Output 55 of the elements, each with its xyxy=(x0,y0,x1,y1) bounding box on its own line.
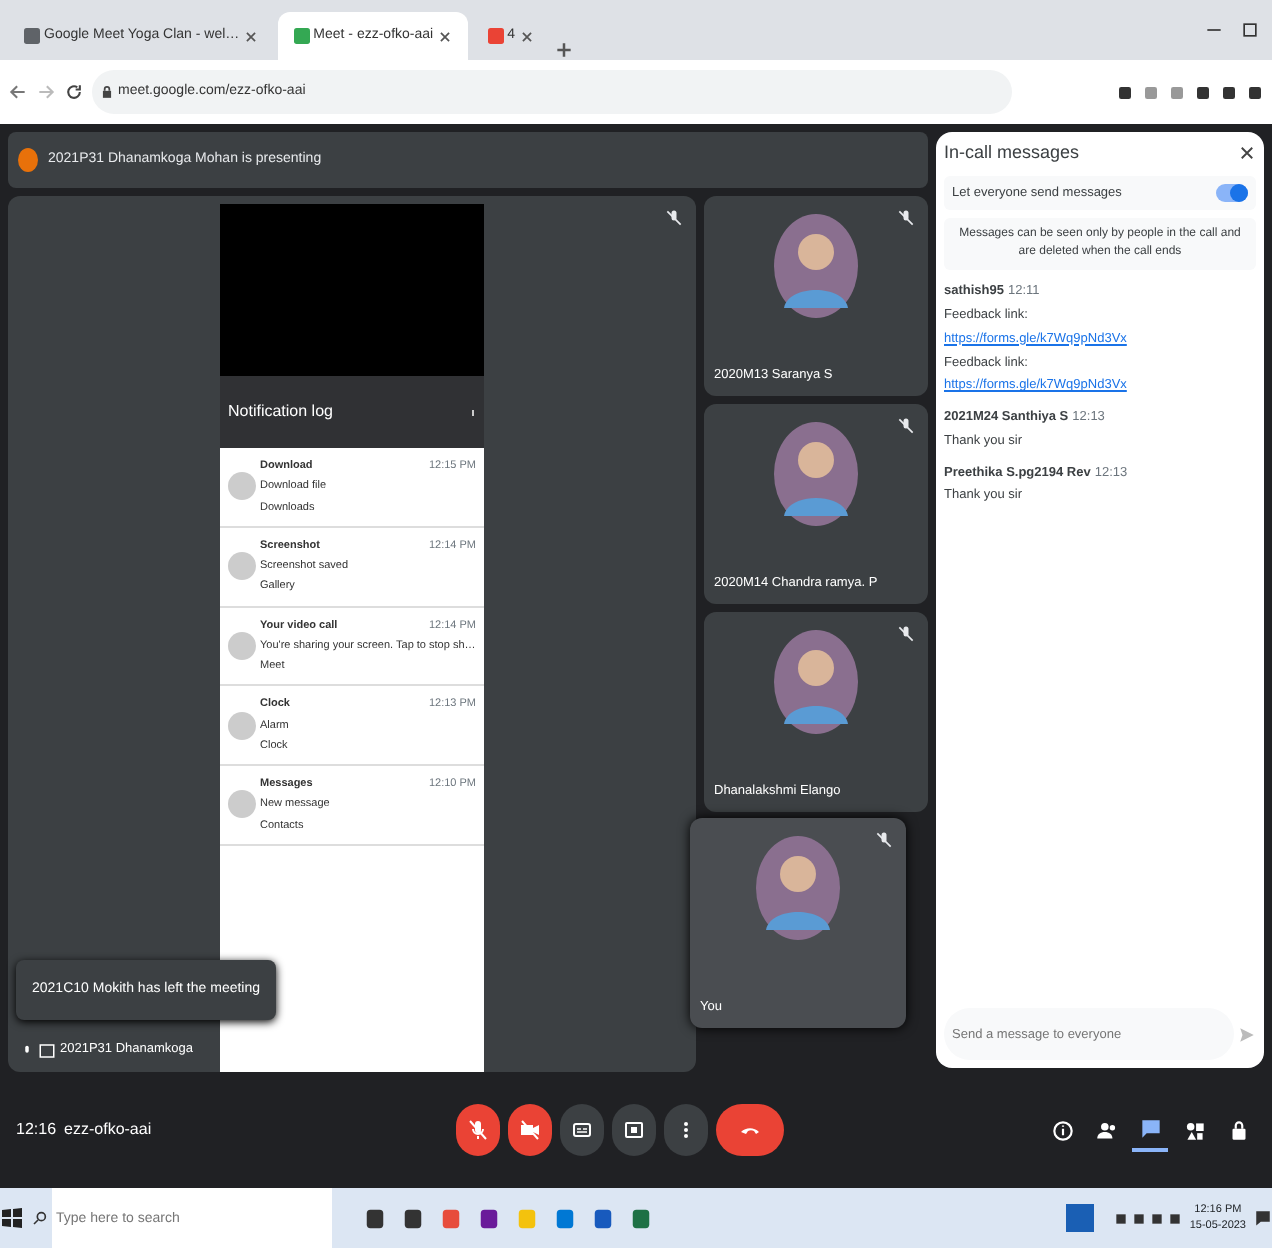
close-icon[interactable] xyxy=(1238,144,1256,163)
people-icon xyxy=(1093,1117,1119,1143)
avatar xyxy=(754,834,842,942)
close-icon[interactable] xyxy=(243,29,258,43)
avatar xyxy=(772,628,860,736)
avatar xyxy=(772,212,860,320)
mic-off-icon xyxy=(874,830,894,850)
camera-off-icon xyxy=(518,1118,542,1142)
toggle-switch[interactable] xyxy=(1216,183,1248,202)
screen-title: Notification log xyxy=(228,400,333,424)
site-icon xyxy=(293,28,310,44)
app-icon[interactable] xyxy=(478,1205,500,1231)
meeting-time: 12:16 xyxy=(16,1118,57,1142)
mic-off-icon xyxy=(664,208,684,228)
close-icon[interactable] xyxy=(519,29,533,43)
captions-icon xyxy=(570,1118,594,1142)
camera-button[interactable] xyxy=(508,1104,552,1156)
present-icon xyxy=(622,1118,646,1142)
app-icon[interactable] xyxy=(592,1205,614,1231)
panel-title: In-call messages xyxy=(944,140,1080,166)
mic-off-icon xyxy=(896,208,916,228)
mic-button[interactable] xyxy=(456,1104,500,1156)
meeting-code: ezz-ofko-aai xyxy=(64,1118,152,1142)
more-button[interactable] xyxy=(664,1104,708,1156)
lock-icon xyxy=(100,84,114,100)
avatar xyxy=(772,420,860,528)
mic-off-icon xyxy=(896,624,916,644)
mic-off-icon xyxy=(466,1118,490,1142)
app-icon[interactable] xyxy=(630,1205,652,1231)
app-icon[interactable] xyxy=(402,1205,424,1231)
info-icon xyxy=(1049,1117,1075,1143)
app-icon xyxy=(228,711,256,740)
site-icon xyxy=(24,28,40,44)
reload-icon[interactable] xyxy=(64,82,84,102)
captions-button[interactable] xyxy=(560,1104,604,1156)
app-icon xyxy=(228,472,256,501)
app-icon xyxy=(228,631,256,660)
back-icon[interactable] xyxy=(8,82,28,102)
maximize-icon[interactable] xyxy=(1240,20,1260,40)
site-icon xyxy=(487,28,504,44)
app-icon xyxy=(228,552,256,581)
shapes-icon xyxy=(1181,1117,1207,1143)
close-icon[interactable] xyxy=(437,29,452,43)
search-icon xyxy=(32,1210,48,1226)
app-icon[interactable] xyxy=(364,1205,386,1231)
present-button[interactable] xyxy=(612,1104,656,1156)
presenter-avatar xyxy=(16,146,40,174)
notifications-icon[interactable] xyxy=(1254,1208,1272,1228)
chat-icon xyxy=(1137,1115,1163,1141)
leave-call-button[interactable] xyxy=(716,1104,784,1156)
present-icon xyxy=(38,1041,56,1060)
mic-off-icon xyxy=(896,416,916,436)
app-icon xyxy=(228,790,256,819)
new-tab-icon[interactable] xyxy=(553,40,573,60)
windows-start-icon[interactable] xyxy=(0,1206,24,1230)
